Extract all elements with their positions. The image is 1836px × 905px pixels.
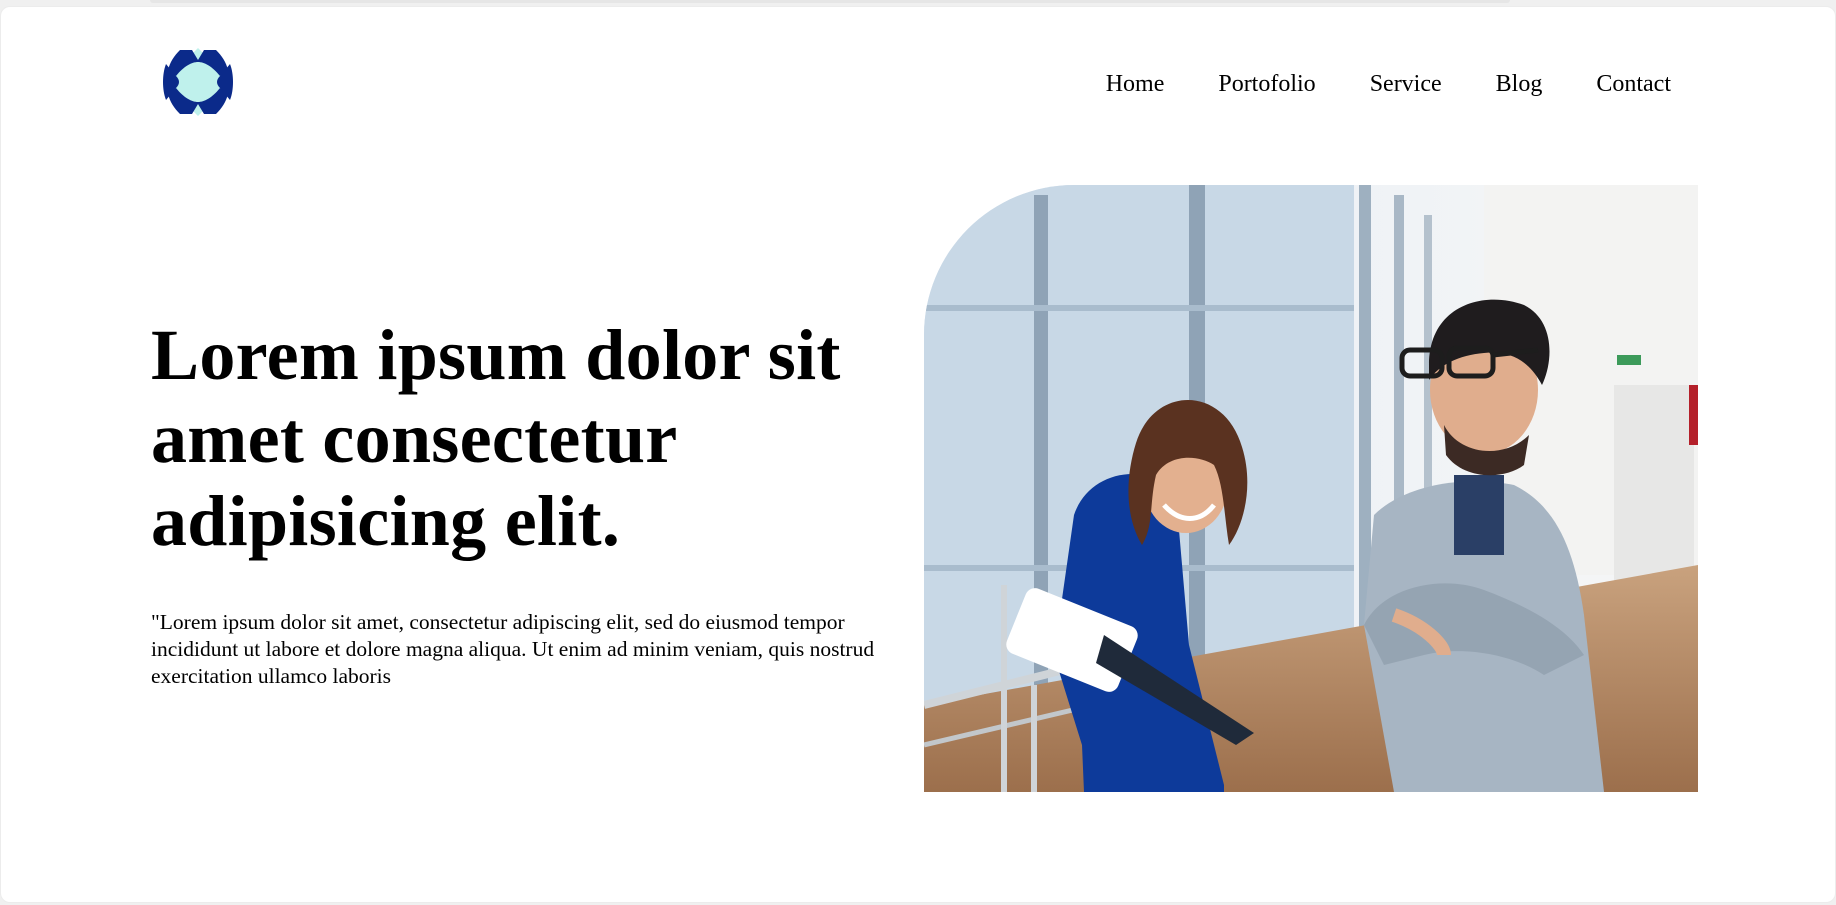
- nav-portofolio[interactable]: Portofolio: [1218, 69, 1315, 99]
- hero-title: Lorem ipsum dolor sit amet consectetur a…: [151, 315, 841, 561]
- nav-home[interactable]: Home: [1106, 69, 1165, 99]
- hero-image: [924, 185, 1698, 792]
- page-frame: Home Portofolio Service Blog Contact Lor…: [0, 6, 1836, 903]
- main-nav: Home Portofolio Service Blog Contact: [1106, 69, 1671, 99]
- nav-contact[interactable]: Contact: [1596, 69, 1671, 99]
- hero-text: "Lorem ipsum dolor sit amet, consectetur…: [151, 610, 875, 688]
- browser-top-strip: [150, 0, 1510, 3]
- nav-blog[interactable]: Blog: [1496, 69, 1543, 99]
- nav-service[interactable]: Service: [1370, 69, 1442, 99]
- logo-icon[interactable]: [160, 44, 236, 120]
